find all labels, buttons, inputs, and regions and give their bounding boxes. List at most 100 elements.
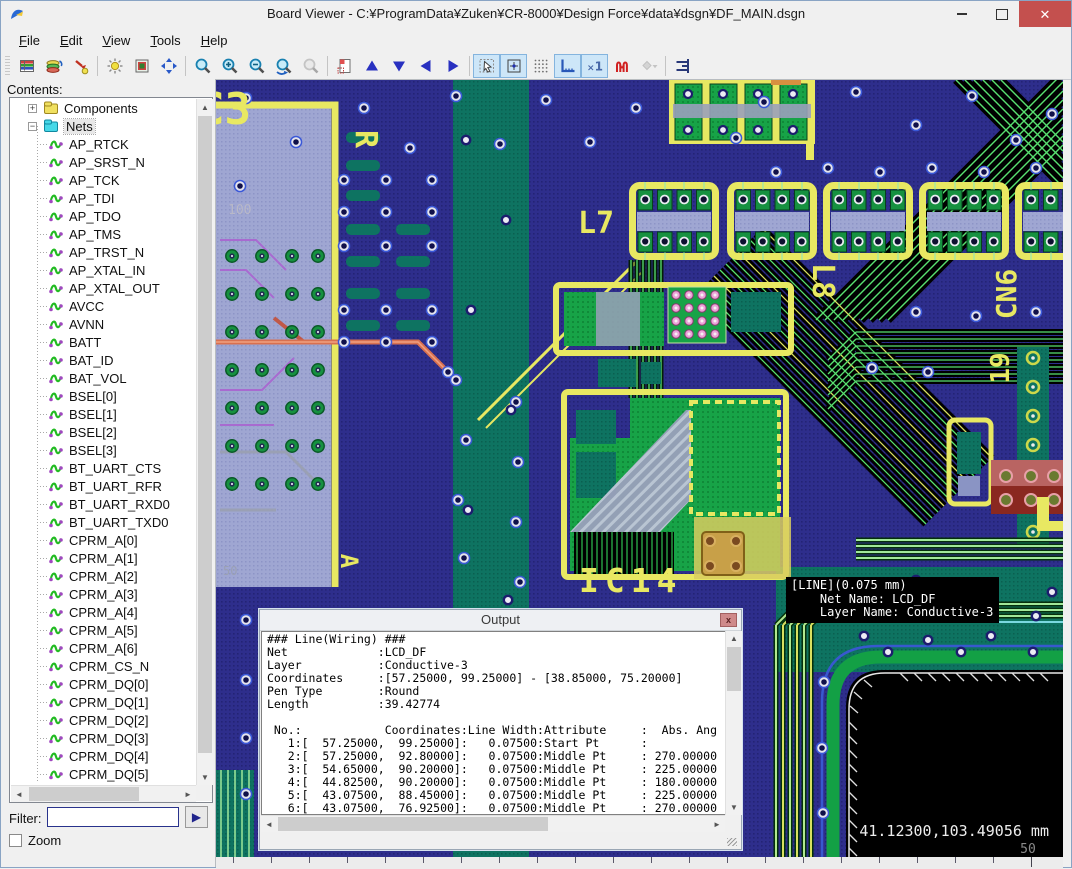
filter-run-button[interactable]: ▶ xyxy=(185,806,208,828)
menu-file[interactable]: File xyxy=(9,30,50,51)
pan-left-button[interactable] xyxy=(412,54,439,78)
tree-net-item[interactable]: CPRM_CS_N xyxy=(10,657,195,675)
tree-net-item[interactable]: BT_UART_TXD0 xyxy=(10,513,195,531)
scroll-left-icon[interactable]: ◄ xyxy=(261,816,277,832)
net-highlight-button[interactable] xyxy=(67,54,94,78)
tree-net-item[interactable]: AP_TDI xyxy=(10,189,195,207)
tree-net-item[interactable]: CPRM_A[6] xyxy=(10,639,195,657)
zoom-out-button[interactable] xyxy=(243,54,270,78)
tree-net-item[interactable]: CPRM_DQ[2] xyxy=(10,711,195,729)
net-label: AP_TCK xyxy=(69,173,120,188)
pan-right-button[interactable] xyxy=(439,54,466,78)
tree-net-item[interactable]: BSEL[1] xyxy=(10,405,195,423)
ruler-tick xyxy=(879,857,880,863)
tree-net-item[interactable]: AP_SRST_N xyxy=(10,153,195,171)
fit-view-button[interactable] xyxy=(155,54,182,78)
maximize-button[interactable] xyxy=(987,1,1017,27)
output-vscroll-thumb[interactable] xyxy=(727,647,741,691)
scroll-left-icon[interactable]: ◄ xyxy=(11,786,27,802)
tree-net-item[interactable]: AP_TRST_N xyxy=(10,243,195,261)
output-horizontal-scrollbar[interactable]: ◄ ► xyxy=(261,815,725,832)
tree-net-item[interactable]: AP_TCK xyxy=(10,171,195,189)
tree-net-item[interactable]: CPRM_A[1] xyxy=(10,549,195,567)
tree-net-item[interactable]: AVNN xyxy=(10,315,195,333)
select-area-button[interactable] xyxy=(500,54,527,78)
output-vertical-scrollbar[interactable]: ▲ ▼ xyxy=(725,631,742,815)
expand-plus-icon[interactable]: + xyxy=(28,104,37,113)
resize-grip[interactable] xyxy=(727,838,737,846)
pan-up-button[interactable] xyxy=(358,54,385,78)
measure-button[interactable] xyxy=(554,54,581,78)
tree-net-item[interactable]: CPRM_DQ[0] xyxy=(10,675,195,693)
grid-button[interactable] xyxy=(527,54,554,78)
tree-net-item[interactable]: BT_UART_RFR xyxy=(10,477,195,495)
layer-color-table-button[interactable] xyxy=(13,54,40,78)
tree-vertical-scrollbar[interactable]: ▲ ▼ xyxy=(196,99,213,785)
tree-net-item[interactable]: CPRM_A[0] xyxy=(10,531,195,549)
tree-net-item[interactable]: AP_TMS xyxy=(10,225,195,243)
select-cursor-button[interactable] xyxy=(473,54,500,78)
jump-button xyxy=(635,54,662,78)
tree-net-item[interactable]: BSEL[0] xyxy=(10,387,195,405)
clip-button[interactable] xyxy=(669,54,696,78)
menu-view[interactable]: View xyxy=(92,30,140,51)
tree-net-item[interactable]: BSEL[2] xyxy=(10,423,195,441)
tree-items: + Components − Nets AP_RTCKAP_ xyxy=(10,99,195,785)
tree-net-item[interactable]: AP_RTCK xyxy=(10,135,195,153)
scroll-right-icon[interactable]: ► xyxy=(180,786,196,802)
scroll-down-icon[interactable]: ▼ xyxy=(726,800,742,815)
tree-net-item[interactable]: CPRM_A[5] xyxy=(10,621,195,639)
expand-minus-icon[interactable]: − xyxy=(28,122,37,131)
ratsnest-button[interactable] xyxy=(608,54,635,78)
output-close-button[interactable]: x xyxy=(720,613,737,627)
zoom-back-button[interactable] xyxy=(270,54,297,78)
board-view-button[interactable] xyxy=(128,54,155,78)
tree-net-item[interactable]: BT_UART_RXD0 xyxy=(10,495,195,513)
net-icon xyxy=(48,605,64,619)
scroll-up-icon[interactable]: ▲ xyxy=(197,99,213,115)
filter-input[interactable] xyxy=(47,807,179,827)
menu-tools[interactable]: Tools xyxy=(140,30,190,51)
scale-x1-button[interactable]: ×1 xyxy=(581,54,608,78)
tree-net-item[interactable]: AP_XTAL_IN xyxy=(10,261,195,279)
zoom-box-button[interactable] xyxy=(189,54,216,78)
tree-net-item[interactable]: BT_UART_CTS xyxy=(10,459,195,477)
tree-item-components[interactable]: + Components xyxy=(10,99,195,117)
tree-net-item[interactable]: BATT xyxy=(10,333,195,351)
scroll-up-icon[interactable]: ▲ xyxy=(726,631,742,646)
scroll-right-icon[interactable]: ► xyxy=(709,816,725,832)
tree-net-item[interactable]: CPRM_A[4] xyxy=(10,603,195,621)
zoom-checkbox[interactable] xyxy=(9,834,22,847)
pan-down-button[interactable] xyxy=(385,54,412,78)
zoom-in-button[interactable] xyxy=(216,54,243,78)
net-icon xyxy=(48,461,64,475)
tree-net-item[interactable]: BAT_VOL xyxy=(10,369,195,387)
tree-net-item[interactable]: CPRM_A[3] xyxy=(10,585,195,603)
scroll-down-icon[interactable]: ▼ xyxy=(197,769,213,785)
contents-label: Contents: xyxy=(7,82,63,97)
scroll-corner xyxy=(196,785,212,801)
tree-vscroll-thumb[interactable] xyxy=(198,116,212,753)
menu-help[interactable]: Help xyxy=(191,30,238,51)
layer-stack-button[interactable] xyxy=(40,54,67,78)
tree-net-item[interactable]: AVCC xyxy=(10,297,195,315)
net-icon xyxy=(48,227,64,241)
output-hscroll-thumb[interactable] xyxy=(278,817,548,831)
tree-net-item[interactable]: CPRM_DQ[1] xyxy=(10,693,195,711)
tree-net-item[interactable]: BAT_ID xyxy=(10,351,195,369)
close-x-icon: x xyxy=(726,616,731,625)
menu-edit[interactable]: Edit xyxy=(50,30,92,51)
tree-net-item[interactable]: AP_XTAL_OUT xyxy=(10,279,195,297)
brightness-button[interactable] xyxy=(101,54,128,78)
tree-net-item[interactable]: BSEL[3] xyxy=(10,441,195,459)
tree-net-item[interactable]: CPRM_A[2] xyxy=(10,567,195,585)
minimize-button[interactable] xyxy=(947,1,977,27)
tree-horizontal-scrollbar[interactable]: ◄ ► xyxy=(11,785,196,802)
tree-net-item[interactable]: CPRM_DQ[5] xyxy=(10,765,195,783)
tree-hscroll-thumb[interactable] xyxy=(29,787,139,801)
tree-net-item[interactable]: AP_TDO xyxy=(10,207,195,225)
tree-net-item[interactable]: CPRM_DQ[3] xyxy=(10,729,195,747)
sheet-select-button[interactable] xyxy=(331,54,358,78)
tree-net-item[interactable]: CPRM_DQ[4] xyxy=(10,747,195,765)
close-button[interactable]: ✕ xyxy=(1019,1,1071,27)
